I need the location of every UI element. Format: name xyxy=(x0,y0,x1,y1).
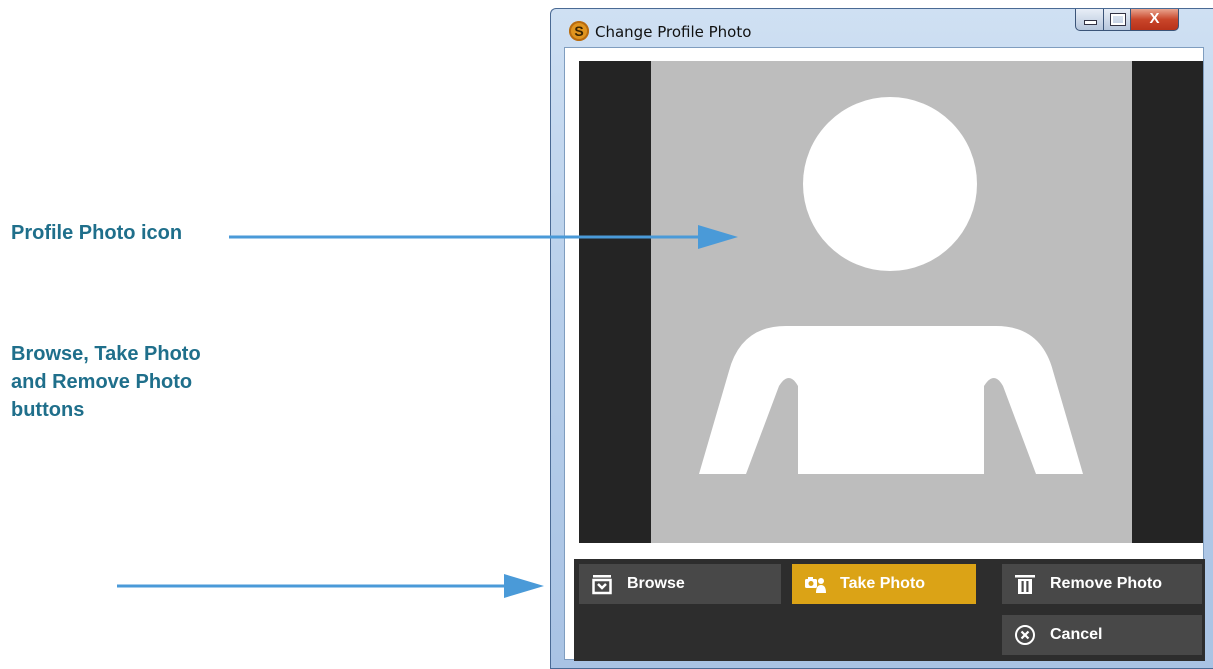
take-photo-button[interactable]: Take Photo xyxy=(792,564,976,604)
buttons-callout-line-3: buttons xyxy=(11,399,85,421)
minimize-button[interactable] xyxy=(1075,9,1104,31)
window-controls: X xyxy=(1075,9,1179,31)
profile-photo-callout-label: Profile Photo icon xyxy=(11,222,183,244)
dialog-content: Browse Take Photo Remove Photo Cancel xyxy=(564,47,1205,661)
remove-photo-label: Remove Photo xyxy=(1050,575,1163,592)
remove-photo-button[interactable]: Remove Photo xyxy=(1002,564,1202,604)
profile-photo-callout: Profile Photo icon xyxy=(11,219,182,247)
window-title: Change Profile Photo xyxy=(595,23,752,41)
maximize-button[interactable] xyxy=(1104,9,1131,31)
close-button[interactable]: X xyxy=(1131,9,1179,31)
minimize-icon xyxy=(1084,20,1097,25)
folder-download-icon xyxy=(591,573,613,595)
buttons-callout: Browse, Take Photo and Remove Photo butt… xyxy=(11,340,201,424)
photo-action-bar: Browse Take Photo Remove Photo Cancel xyxy=(574,559,1205,661)
cancel-button[interactable]: Cancel xyxy=(1002,615,1202,655)
buttons-callout-line-2: and Remove Photo xyxy=(11,371,193,393)
title-bar[interactable]: S Change Profile Photo X xyxy=(551,9,1213,47)
close-icon: X xyxy=(1149,10,1160,27)
buttons-arrow xyxy=(117,574,544,598)
default-avatar-icon xyxy=(699,97,1083,474)
profile-photo-frame xyxy=(579,61,1203,543)
buttons-callout-line-1: Browse, Take Photo xyxy=(11,343,201,365)
browse-button[interactable]: Browse xyxy=(579,564,781,604)
camera-person-icon xyxy=(804,573,826,595)
trash-icon xyxy=(1014,573,1036,595)
take-photo-label: Take Photo xyxy=(840,575,926,592)
cancel-label: Cancel xyxy=(1050,626,1103,643)
app-logo-icon: S xyxy=(569,21,589,41)
profile-photo[interactable] xyxy=(651,61,1132,543)
change-profile-photo-window: S Change Profile Photo X Browse Take Pho… xyxy=(550,8,1213,669)
browse-label: Browse xyxy=(627,575,685,592)
maximize-icon xyxy=(1110,13,1126,26)
circle-x-icon xyxy=(1014,624,1036,646)
